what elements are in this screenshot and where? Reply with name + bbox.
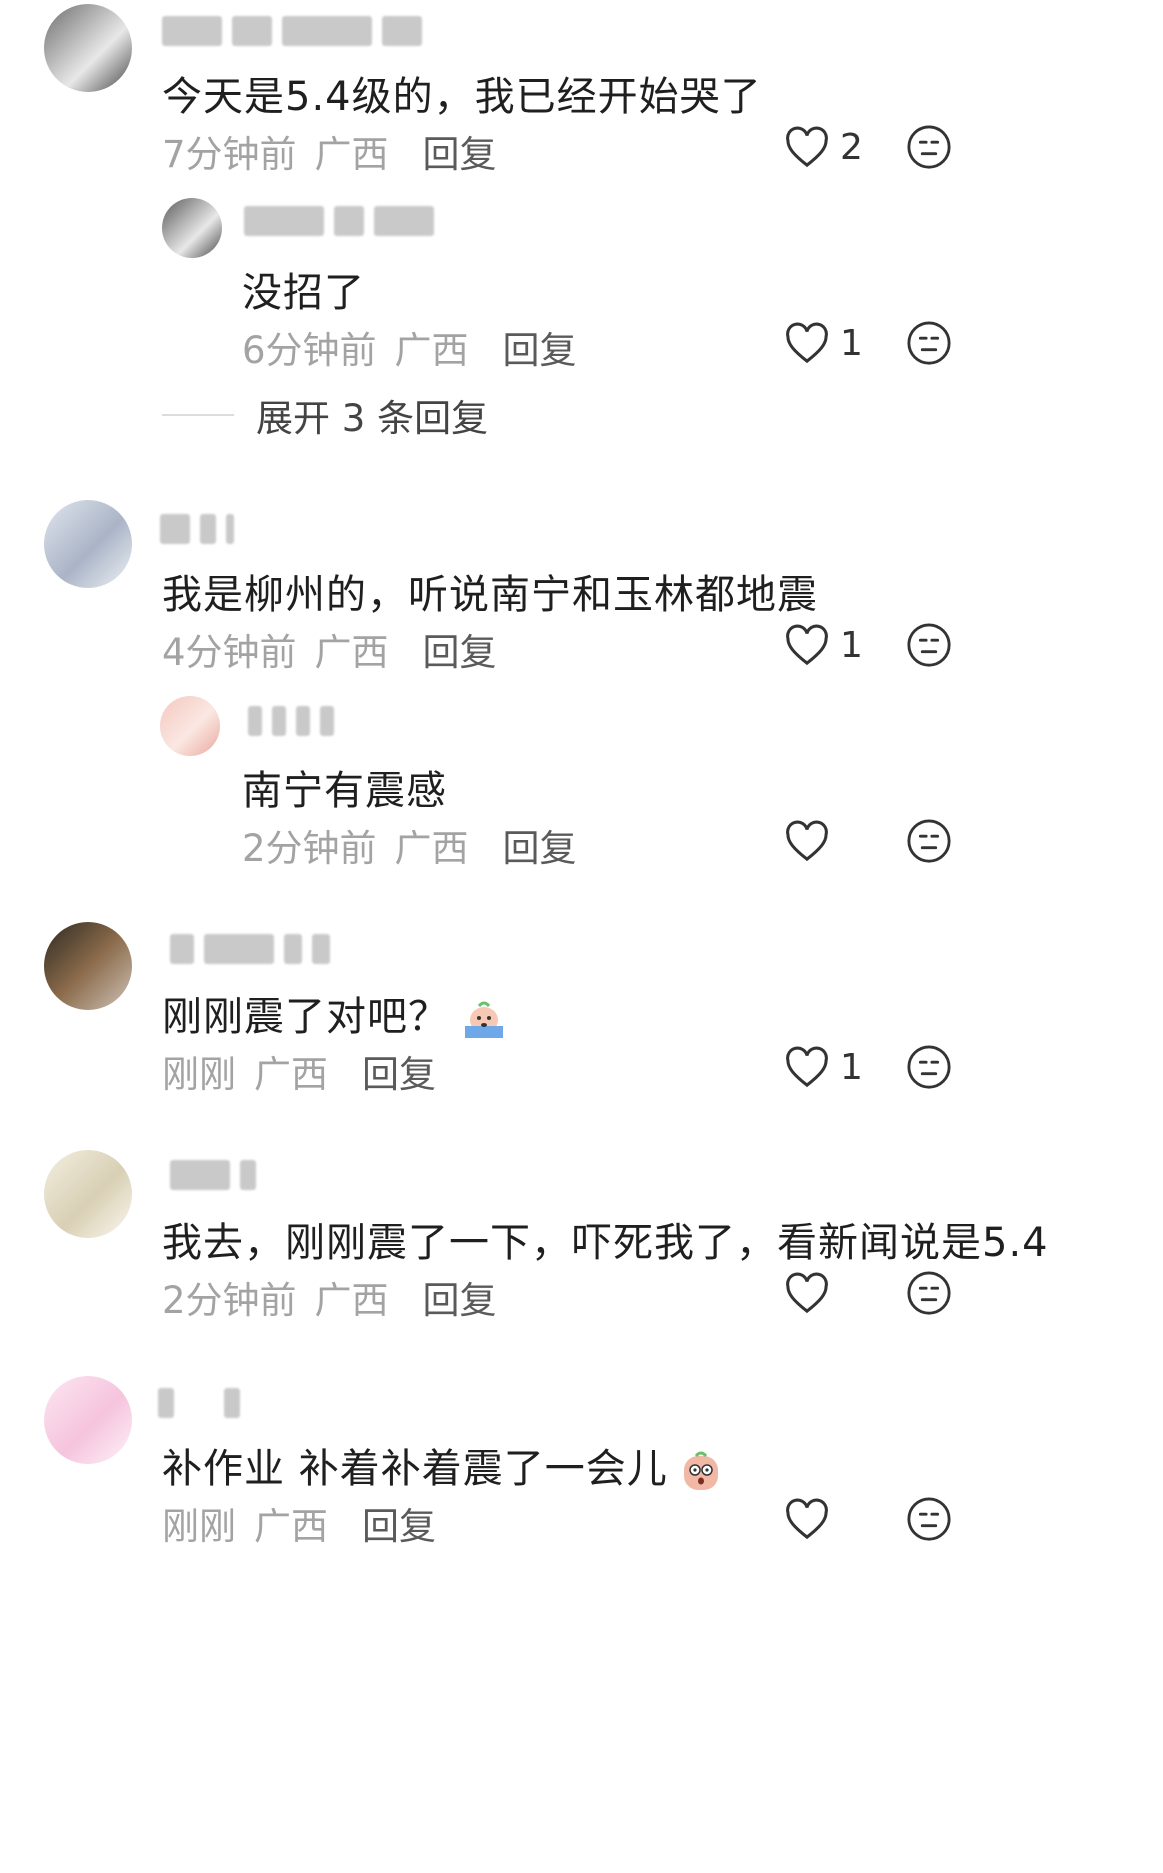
like-button[interactable]: 1 — [784, 1046, 863, 1088]
comment-text-content: 刚刚震了对吧？ — [162, 994, 449, 1040]
username-blurred[interactable] — [158, 1388, 240, 1418]
comment-text: 补作业 补着补着震了一会儿 — [162, 1436, 724, 1494]
comment-time: 2分钟前 — [242, 827, 377, 870]
heart-outline-icon — [786, 1272, 828, 1314]
expand-replies-label: 展开 3 条回复 — [256, 397, 489, 440]
comment-text: 刚刚震了对吧？ — [162, 984, 509, 1044]
comment-text: 没招了 — [242, 270, 365, 316]
neutral-face-icon[interactable] — [906, 1044, 952, 1090]
comment-location: 广西 — [394, 329, 469, 372]
comment-text: 我去，刚刚震了一下，吓死我了，看新闻说是5.4 — [162, 1220, 1049, 1266]
reply-button[interactable]: 回复 — [423, 1270, 497, 1324]
divider-line — [162, 414, 234, 416]
reply-button[interactable]: 回复 — [362, 1496, 436, 1550]
neutral-face-icon[interactable] — [906, 320, 952, 366]
avatar[interactable] — [44, 1376, 132, 1464]
comment-time: 4分钟前 — [162, 631, 297, 674]
avatar[interactable] — [44, 500, 132, 588]
reply-button[interactable]: 回复 — [423, 622, 497, 676]
comment-time: 2分钟前 — [162, 1279, 297, 1322]
comment-location: 广西 — [254, 1053, 328, 1096]
comment-time: 刚刚 — [162, 1505, 236, 1548]
neutral-face-icon[interactable] — [906, 818, 952, 864]
avatar[interactable] — [44, 922, 132, 1010]
neutral-face-icon[interactable] — [906, 124, 952, 170]
heart-outline-icon — [786, 1046, 828, 1088]
like-button[interactable] — [784, 820, 840, 862]
avatar[interactable] — [160, 696, 220, 756]
heart-outline-icon — [786, 322, 828, 364]
comment-meta: 4分钟前 广西 回复 — [162, 622, 497, 676]
avatar[interactable] — [162, 198, 222, 258]
heart-outline-icon — [786, 820, 828, 862]
username-blurred[interactable] — [162, 16, 422, 46]
username-blurred[interactable] — [244, 206, 434, 236]
like-button[interactable]: 2 — [784, 126, 863, 168]
avatar[interactable] — [44, 1150, 132, 1238]
crying-face-emoji — [465, 1001, 503, 1038]
reply-button[interactable]: 回复 — [503, 818, 577, 872]
username-blurred[interactable] — [160, 514, 234, 544]
neutral-face-icon[interactable] — [906, 1270, 952, 1316]
comment-meta: 6分钟前 广西 回复 — [242, 320, 577, 374]
reply-button[interactable]: 回复 — [362, 1044, 436, 1098]
username-blurred[interactable] — [248, 706, 334, 736]
comment-time: 6分钟前 — [242, 329, 377, 372]
comment-meta: 2分钟前 广西 回复 — [162, 1270, 497, 1324]
username-blurred[interactable] — [170, 934, 330, 964]
comment-meta: 刚刚 广西 回复 — [162, 1044, 436, 1098]
like-button[interactable]: 1 — [784, 624, 863, 666]
like-button[interactable] — [784, 1272, 840, 1314]
comment-location: 广西 — [254, 1505, 328, 1548]
like-count: 1 — [840, 322, 863, 364]
comment-text-content: 补作业 补着补着震了一会儿 — [162, 1446, 668, 1492]
shocked-face-emoji — [683, 1451, 718, 1490]
like-count: 1 — [840, 1046, 863, 1088]
comment-location: 广西 — [314, 631, 389, 674]
comment-text: 南宁有震感 — [242, 768, 447, 814]
comment-meta: 7分钟前 广西 回复 — [162, 124, 497, 178]
comment-meta: 2分钟前 广西 回复 — [242, 818, 577, 872]
comment-location: 广西 — [314, 1279, 389, 1322]
comment-time: 7分钟前 — [162, 133, 297, 176]
like-count: 2 — [840, 126, 863, 168]
comment-location: 广西 — [394, 827, 469, 870]
comment-text: 今天是5.4级的，我已经开始哭了 — [162, 74, 762, 120]
reply-button[interactable]: 回复 — [503, 320, 577, 374]
like-button[interactable] — [784, 1498, 840, 1540]
comment-meta: 刚刚 广西 回复 — [162, 1496, 436, 1550]
reply-button[interactable]: 回复 — [423, 124, 497, 178]
heart-outline-icon — [786, 126, 828, 168]
neutral-face-icon[interactable] — [906, 1496, 952, 1542]
comment-text: 我是柳州的，听说南宁和玉林都地震 — [162, 572, 818, 618]
like-count: 1 — [840, 624, 863, 666]
avatar[interactable] — [44, 4, 132, 92]
heart-outline-icon — [786, 624, 828, 666]
heart-outline-icon — [786, 1498, 828, 1540]
username-blurred[interactable] — [170, 1160, 256, 1190]
like-button[interactable]: 1 — [784, 322, 863, 364]
expand-replies-button[interactable]: 展开 3 条回复 — [162, 388, 488, 442]
neutral-face-icon[interactable] — [906, 622, 952, 668]
comment-location: 广西 — [314, 133, 389, 176]
comment-time: 刚刚 — [162, 1053, 236, 1096]
